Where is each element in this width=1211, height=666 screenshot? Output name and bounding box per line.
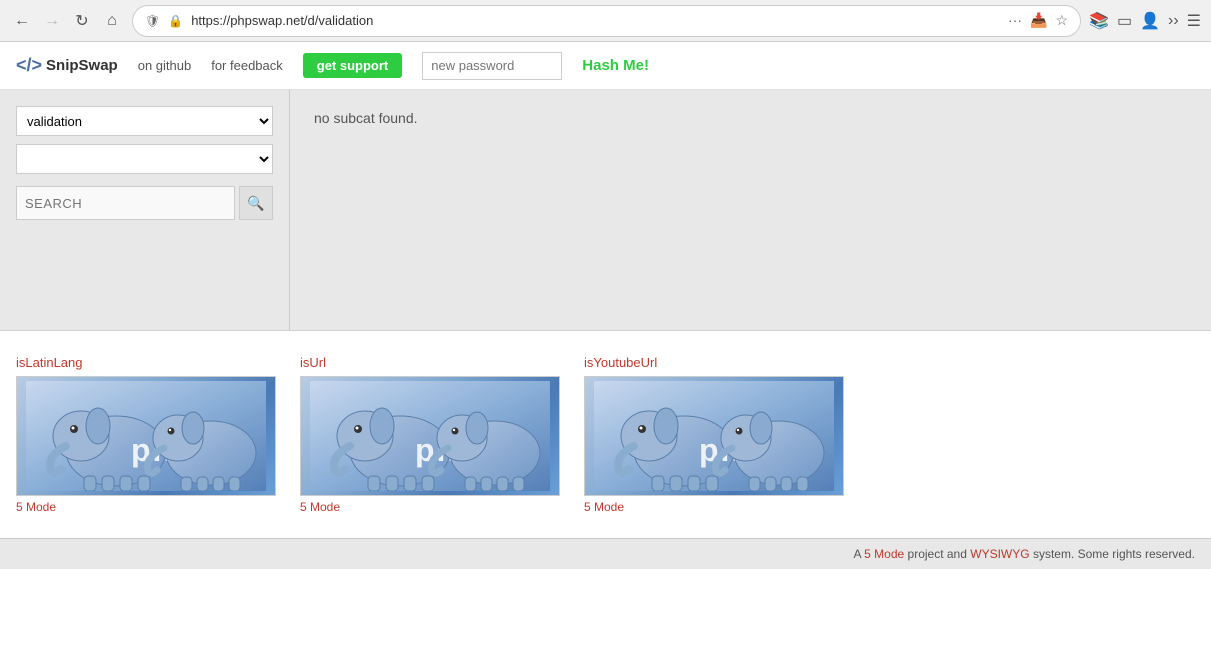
footer-text: A [853, 547, 864, 561]
snippet-mode: 5 Mode [16, 500, 276, 514]
sidebar: validation 🔍 [0, 90, 290, 330]
shield-icon: 🛡 [145, 14, 160, 28]
snippet-title: isYoutubeUrl [584, 355, 844, 370]
mode-link[interactable]: 5 Mode [584, 500, 624, 514]
snippet-mode: 5 Mode [584, 500, 844, 514]
snippet-card[interactable]: isYoutubeUrl [584, 355, 844, 514]
search-row: 🔍 [16, 186, 273, 220]
content-area: no subcat found. [290, 90, 1211, 330]
bookmark-icon[interactable]: ☆ [1055, 12, 1068, 29]
browser-toolbar-right: 📚 ▭ 👤 ›› ☰ [1089, 11, 1201, 31]
footer-end-text: system. Some rights reserved. [1033, 547, 1195, 561]
mode-link[interactable]: 5 Mode [16, 500, 56, 514]
logo-text: SnipSwap [46, 57, 118, 74]
extensions-icon[interactable]: ›› [1168, 12, 1179, 30]
more-icon[interactable]: ··· [1008, 12, 1022, 29]
logo[interactable]: </> SnipSwap [16, 55, 118, 76]
url-text: https://phpswap.net/d/validation [191, 13, 1000, 28]
footer: A 5 Mode project and WYSIWYG system. Som… [0, 538, 1211, 569]
user-icon[interactable]: 👤 [1140, 11, 1160, 31]
snippet-image: php [16, 376, 276, 496]
php-logo: php [26, 381, 266, 491]
site-header: </> SnipSwap on github for feedback get … [0, 42, 1211, 90]
mode-link[interactable]: 5 Mode [300, 500, 340, 514]
feedback-link[interactable]: for feedback [211, 58, 283, 73]
snippet-image: php [300, 376, 560, 496]
snippet-title: isUrl [300, 355, 560, 370]
address-bar[interactable]: 🛡 🔒 https://phpswap.net/d/validation ···… [132, 5, 1081, 37]
address-bar-actions: ··· 📥 ☆ [1008, 12, 1068, 29]
php-logo: php [310, 381, 550, 491]
back-button[interactable]: ← [10, 9, 34, 33]
snippets-section: isLatinLang [0, 331, 1211, 538]
footer-middle-text: project and [908, 547, 971, 561]
browser-nav-buttons: ← → ↻ ⌂ [10, 9, 124, 33]
menu-icon[interactable]: ☰ [1187, 11, 1201, 31]
search-button[interactable]: 🔍 [239, 186, 273, 220]
search-icon: 🔍 [247, 195, 264, 212]
subcategory-select[interactable] [16, 144, 273, 174]
password-input[interactable] [422, 52, 562, 80]
php-logo: php [594, 381, 834, 491]
snippets-grid: isLatinLang [16, 355, 1195, 514]
category-select[interactable]: validation [16, 106, 273, 136]
main-content: validation 🔍 no subcat found. [0, 90, 1211, 330]
home-button[interactable]: ⌂ [100, 9, 124, 33]
snippet-title: isLatinLang [16, 355, 276, 370]
library-icon[interactable]: 📚 [1089, 11, 1109, 31]
get-support-button[interactable]: get support [303, 53, 403, 78]
forward-button[interactable]: → [40, 9, 64, 33]
snippet-image: php [584, 376, 844, 496]
sidebar-toggle-icon[interactable]: ▭ [1117, 11, 1132, 31]
lock-icon: 🔒 [168, 14, 183, 28]
reload-button[interactable]: ↻ [70, 9, 94, 33]
search-input[interactable] [16, 186, 235, 220]
snippet-mode: 5 Mode [300, 500, 560, 514]
browser-chrome: ← → ↻ ⌂ 🛡 🔒 https://phpswap.net/d/valida… [0, 0, 1211, 42]
no-subcat-message: no subcat found. [314, 110, 1187, 126]
pocket-icon[interactable]: 📥 [1030, 12, 1047, 29]
logo-icon: </> [16, 55, 42, 76]
footer-mode-link[interactable]: 5 Mode [864, 547, 904, 561]
footer-wysiwyg-link[interactable]: WYSIWYG [970, 547, 1029, 561]
snippet-card[interactable]: isLatinLang [16, 355, 276, 514]
github-link[interactable]: on github [138, 58, 192, 73]
hash-me-label[interactable]: Hash Me! [582, 57, 649, 74]
snippet-card[interactable]: isUrl [300, 355, 560, 514]
